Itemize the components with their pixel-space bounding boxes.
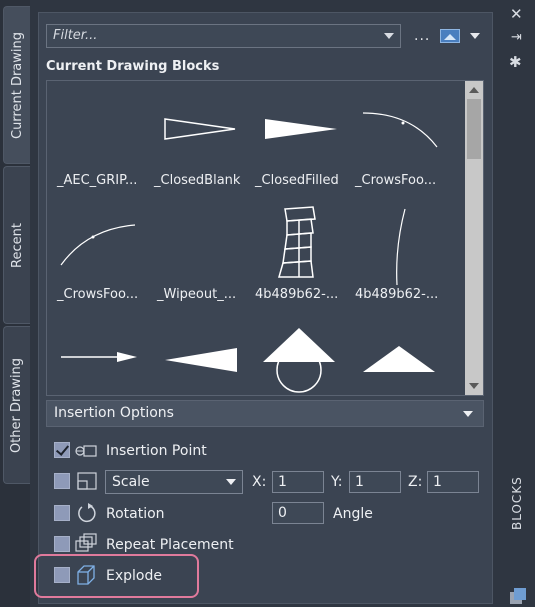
more-button[interactable]: ...: [414, 28, 430, 44]
scroll-up-icon[interactable]: [469, 87, 479, 93]
block-item[interactable]: [347, 306, 447, 395]
rotation-checkbox[interactable]: [54, 505, 70, 521]
triangle-icon: [363, 346, 435, 372]
block-item[interactable]: _AEC_GRIP...: [47, 81, 147, 191]
blocks-palette-icon: [510, 588, 526, 604]
blocks-palette: Current Drawing Recent Other Drawing Fil…: [0, 0, 535, 607]
scroll-thumb[interactable]: [467, 99, 481, 159]
repeat-placement-checkbox[interactable]: [54, 536, 70, 552]
x-label: X:: [252, 474, 267, 490]
block-label: _ClosedFilled: [255, 173, 339, 188]
z-label: Z:: [408, 474, 423, 490]
block-item[interactable]: [147, 306, 247, 395]
section-title: Current Drawing Blocks: [46, 59, 220, 74]
tab-label: Recent: [9, 222, 25, 268]
wedge-icon: [165, 348, 237, 372]
block-item[interactable]: 4b489b62-...: [347, 191, 447, 306]
block-label: _Wipeout_...: [157, 287, 237, 302]
close-icon[interactable]: ✕: [510, 5, 523, 23]
scale-x-input[interactable]: 1: [272, 471, 324, 493]
block-label: _ClosedBlank: [154, 173, 241, 188]
repeat-placement-icon: [75, 533, 97, 552]
angle-label: Angle: [333, 506, 373, 522]
chevron-down-icon[interactable]: [226, 479, 236, 485]
tab-recent[interactable]: Recent: [3, 166, 30, 324]
chevron-down-icon[interactable]: [463, 411, 473, 417]
block-label: _AEC_GRIP...: [57, 173, 138, 188]
rotation-angle-input[interactable]: 0: [272, 502, 324, 524]
insertion-options-title: Insertion Options: [54, 405, 174, 421]
scale-checkbox[interactable]: [54, 473, 70, 489]
filter-placeholder: Filter...: [53, 28, 98, 43]
rotation-label: Rotation: [106, 506, 165, 522]
block-label: 4b489b62-...: [255, 287, 339, 302]
scroll-down-icon[interactable]: [469, 383, 479, 389]
insertion-point-checkbox[interactable]: [54, 442, 70, 458]
block-label: _CrowsFoo...: [355, 173, 437, 188]
rotation-icon: [78, 503, 96, 523]
tab-label: Current Drawing: [9, 31, 25, 139]
closed-blank-arrow-icon: [164, 118, 236, 140]
scale-dropdown[interactable]: Scale: [105, 470, 243, 494]
tab-current-drawing[interactable]: Current Drawing: [3, 6, 30, 164]
scale-y-input[interactable]: 1: [349, 471, 401, 493]
gear-icon[interactable]: ✱: [509, 53, 522, 71]
block-item[interactable]: [47, 306, 147, 395]
vertical-arc-icon: [396, 208, 406, 286]
chevron-down-icon[interactable]: [384, 33, 394, 39]
gallery-scrollbar[interactable]: [465, 81, 483, 395]
circle-triangle-icon: [263, 328, 335, 393]
scale-value: Scale: [112, 474, 150, 490]
block-item[interactable]: [247, 306, 347, 395]
arc-dot-reverse-icon: [60, 224, 136, 266]
insertion-options-header[interactable]: Insertion Options: [46, 400, 484, 427]
block-item[interactable]: _Wipeout_...: [147, 191, 247, 306]
image-icon[interactable]: [440, 29, 460, 43]
scale-z-input[interactable]: 1: [427, 471, 479, 493]
y-label: Y:: [331, 474, 343, 490]
scale-icon: [77, 472, 97, 490]
block-label: _CrowsFoo...: [57, 287, 139, 302]
arc-dot-icon: [362, 112, 438, 148]
tab-other-drawing[interactable]: Other Drawing: [3, 326, 30, 484]
tower-icon: [278, 206, 316, 278]
block-item[interactable]: _CrowsFoo...: [347, 81, 447, 191]
line-arrow-icon: [61, 352, 137, 362]
blocks-gallery: _AEC_GRIP... _ClosedBlank _ClosedFilled …: [46, 80, 484, 396]
tab-label: Other Drawing: [9, 357, 25, 453]
filter-input[interactable]: Filter...: [46, 24, 401, 48]
insertion-point-label: Insertion Point: [106, 443, 207, 459]
block-label: 4b489b62-...: [355, 287, 439, 302]
block-item[interactable]: _ClosedFilled: [247, 81, 347, 191]
explode-highlight: [34, 554, 199, 598]
insertion-point-icon: [75, 445, 97, 457]
chevron-down-icon[interactable]: [470, 33, 480, 39]
repeat-placement-label: Repeat Placement: [106, 537, 234, 553]
auto-hide-icon[interactable]: ⇥: [511, 30, 522, 45]
closed-filled-arrow-icon: [265, 119, 337, 139]
block-item[interactable]: _CrowsFoo...: [47, 191, 147, 306]
palette-title: BLOCKS: [510, 476, 524, 530]
block-item[interactable]: 4b489b62-...: [247, 191, 347, 306]
block-item[interactable]: _ClosedBlank: [147, 81, 247, 191]
